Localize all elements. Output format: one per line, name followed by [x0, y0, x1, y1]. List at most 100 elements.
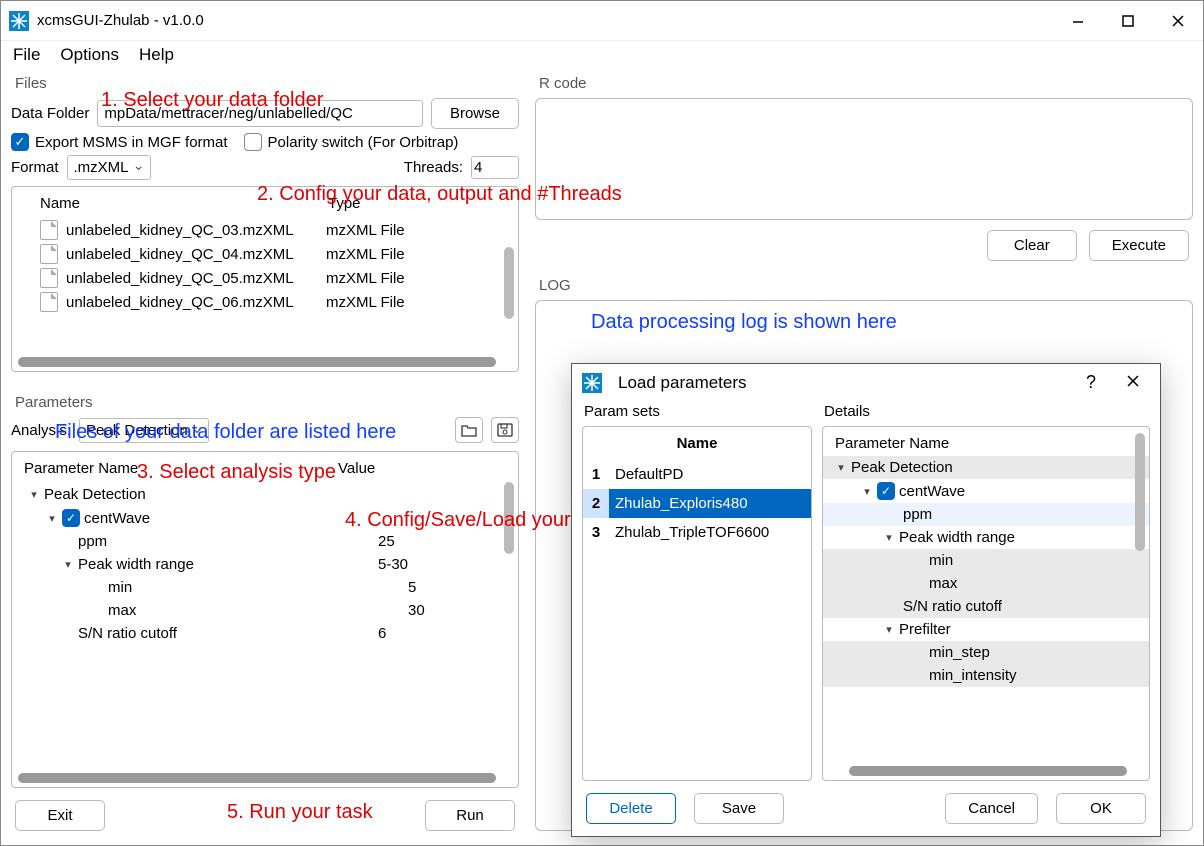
- details-scrollbar-h[interactable]: [849, 766, 1127, 776]
- paramset-num: 1: [583, 460, 609, 489]
- file-type: mzXML File: [326, 246, 405, 263]
- dtree-centwave[interactable]: centWave: [899, 483, 965, 500]
- files-section: Files Data Folder Browse ✓ Export MSMS i…: [11, 73, 519, 372]
- annotation-5: 5. Run your task: [227, 801, 373, 824]
- paramset-row[interactable]: 2Zhulab_Exploris480: [583, 489, 811, 518]
- file-list-scrollbar-h[interactable]: [18, 357, 496, 367]
- file-icon: [40, 292, 58, 312]
- paramset-name: Zhulab_Exploris480: [609, 489, 811, 518]
- menu-file[interactable]: File: [13, 45, 40, 65]
- param-scrollbar-h[interactable]: [18, 773, 496, 783]
- tree-max[interactable]: max: [108, 602, 136, 619]
- file-type: mzXML File: [326, 222, 405, 239]
- tree-centwave[interactable]: centWave: [84, 510, 150, 527]
- paramset-name: DefaultPD: [609, 460, 811, 489]
- file-type: mzXML File: [326, 270, 405, 287]
- tree-max-val[interactable]: 30: [408, 602, 425, 619]
- file-row[interactable]: unlabeled_kidney_QC_06.mzXMLmzXML File: [12, 290, 518, 314]
- rcode-textarea[interactable]: [535, 98, 1193, 220]
- tree-ppm[interactable]: ppm: [78, 533, 107, 550]
- file-row[interactable]: unlabeled_kidney_QC_03.mzXMLmzXML File: [12, 218, 518, 242]
- menubar: File Options Help: [1, 41, 1203, 73]
- dialog-ok-button[interactable]: OK: [1056, 793, 1146, 824]
- export-msms-label: Export MSMS in MGF format: [35, 134, 228, 151]
- format-label: Format: [11, 159, 59, 176]
- maximize-button[interactable]: [1103, 1, 1153, 41]
- tree-ppm-val[interactable]: 25: [378, 533, 395, 550]
- paramsets-label: Param sets: [582, 401, 812, 426]
- load-parameters-dialog: Load parameters ? Param sets Name 1Defau…: [571, 363, 1161, 837]
- paramsets-list: Name 1DefaultPD2Zhulab_Exploris4803Zhula…: [582, 426, 812, 781]
- dialog-save-button[interactable]: Save: [694, 793, 784, 824]
- tree-sn-val[interactable]: 6: [378, 625, 386, 642]
- data-folder-label: Data Folder: [11, 105, 89, 122]
- file-icon: [40, 268, 58, 288]
- app-icon: [9, 11, 29, 31]
- dialog-close-button[interactable]: [1116, 374, 1150, 392]
- exit-button[interactable]: Exit: [15, 800, 105, 831]
- file-name: unlabeled_kidney_QC_05.mzXML: [66, 270, 326, 287]
- dtree-root[interactable]: Peak Detection: [851, 459, 953, 476]
- annotation-2: 2. Config your data, output and #Threads: [257, 183, 622, 206]
- details-label: Details: [822, 401, 1150, 426]
- tree-min-val[interactable]: 5: [408, 579, 416, 596]
- execute-button[interactable]: Execute: [1089, 230, 1189, 261]
- minimize-button[interactable]: [1053, 1, 1103, 41]
- menu-help[interactable]: Help: [139, 45, 174, 65]
- tree-pwr[interactable]: Peak width range: [78, 556, 194, 573]
- dtree-pwr[interactable]: Peak width range: [899, 529, 1015, 546]
- threads-input[interactable]: [471, 156, 519, 179]
- format-select[interactable]: .mzXML: [67, 155, 151, 180]
- dtree-ppm[interactable]: ppm: [903, 506, 932, 523]
- dtree-min[interactable]: min: [929, 552, 953, 569]
- dialog-delete-button[interactable]: Delete: [586, 793, 676, 824]
- polarity-checkbox[interactable]: Polarity switch (For Orbitrap): [244, 133, 459, 151]
- annotation-log-note: Data processing log is shown here: [591, 311, 897, 334]
- tree-sn[interactable]: S/N ratio cutoff: [78, 625, 177, 642]
- paramsets-header: Name: [583, 427, 811, 460]
- dtree-minstep[interactable]: min_step: [929, 644, 990, 661]
- file-name: unlabeled_kidney_QC_06.mzXML: [66, 294, 326, 311]
- file-icon: [40, 220, 58, 240]
- rcode-legend: R code: [535, 73, 1193, 94]
- menu-options[interactable]: Options: [60, 45, 119, 65]
- details-scrollbar-v[interactable]: [1135, 433, 1145, 551]
- parameters-section: Parameters Analysis: Peak Detection Para…: [11, 392, 519, 788]
- annotation-1: 1. Select your data folder: [101, 89, 323, 112]
- details-tree: Parameter Name ▾Peak Detection ▾✓centWav…: [822, 426, 1150, 781]
- parameter-table: Parameter Name Value ▾Peak Detection ▾✓c…: [11, 451, 519, 788]
- clear-button[interactable]: Clear: [987, 230, 1077, 261]
- polarity-label: Polarity switch (For Orbitrap): [268, 134, 459, 151]
- threads-label: Threads:: [404, 159, 463, 176]
- close-button[interactable]: [1153, 1, 1203, 41]
- dialog-title: Load parameters: [618, 373, 1066, 393]
- paramset-num: 2: [583, 489, 609, 518]
- window-title: xcmsGUI-Zhulab - v1.0.0: [37, 12, 204, 29]
- dialog-cancel-button[interactable]: Cancel: [945, 793, 1038, 824]
- paramset-row[interactable]: 3Zhulab_TripleTOF6600: [583, 518, 811, 547]
- file-row[interactable]: unlabeled_kidney_QC_04.mzXMLmzXML File: [12, 242, 518, 266]
- save-params-button[interactable]: [491, 417, 519, 443]
- file-name: unlabeled_kidney_QC_03.mzXML: [66, 222, 326, 239]
- dtree-sn[interactable]: S/N ratio cutoff: [903, 598, 1002, 615]
- dtree-minintensity[interactable]: min_intensity: [929, 667, 1017, 684]
- browse-button[interactable]: Browse: [431, 98, 519, 129]
- file-list: Name Type unlabeled_kidney_QC_03.mzXMLmz…: [11, 186, 519, 372]
- tree-min[interactable]: min: [108, 579, 132, 596]
- tree-pwr-val[interactable]: 5-30: [378, 556, 408, 573]
- annotation-3: 3. Select analysis type: [137, 461, 336, 484]
- tree-peak-detection[interactable]: Peak Detection: [44, 486, 146, 503]
- log-legend: LOG: [535, 275, 1193, 296]
- paramset-row[interactable]: 1DefaultPD: [583, 460, 811, 489]
- paramset-num: 3: [583, 518, 609, 547]
- titlebar: xcmsGUI-Zhulab - v1.0.0: [1, 1, 1203, 41]
- dtree-max[interactable]: max: [929, 575, 957, 592]
- run-button[interactable]: Run: [425, 800, 515, 831]
- dtree-prefilter[interactable]: Prefilter: [899, 621, 951, 638]
- file-row[interactable]: unlabeled_kidney_QC_05.mzXMLmzXML File: [12, 266, 518, 290]
- export-msms-checkbox[interactable]: ✓ Export MSMS in MGF format: [11, 133, 228, 151]
- dialog-help-button[interactable]: ?: [1074, 372, 1108, 393]
- file-list-scrollbar-v[interactable]: [504, 247, 514, 319]
- load-params-button[interactable]: [455, 417, 483, 443]
- details-header: Parameter Name: [823, 427, 1149, 456]
